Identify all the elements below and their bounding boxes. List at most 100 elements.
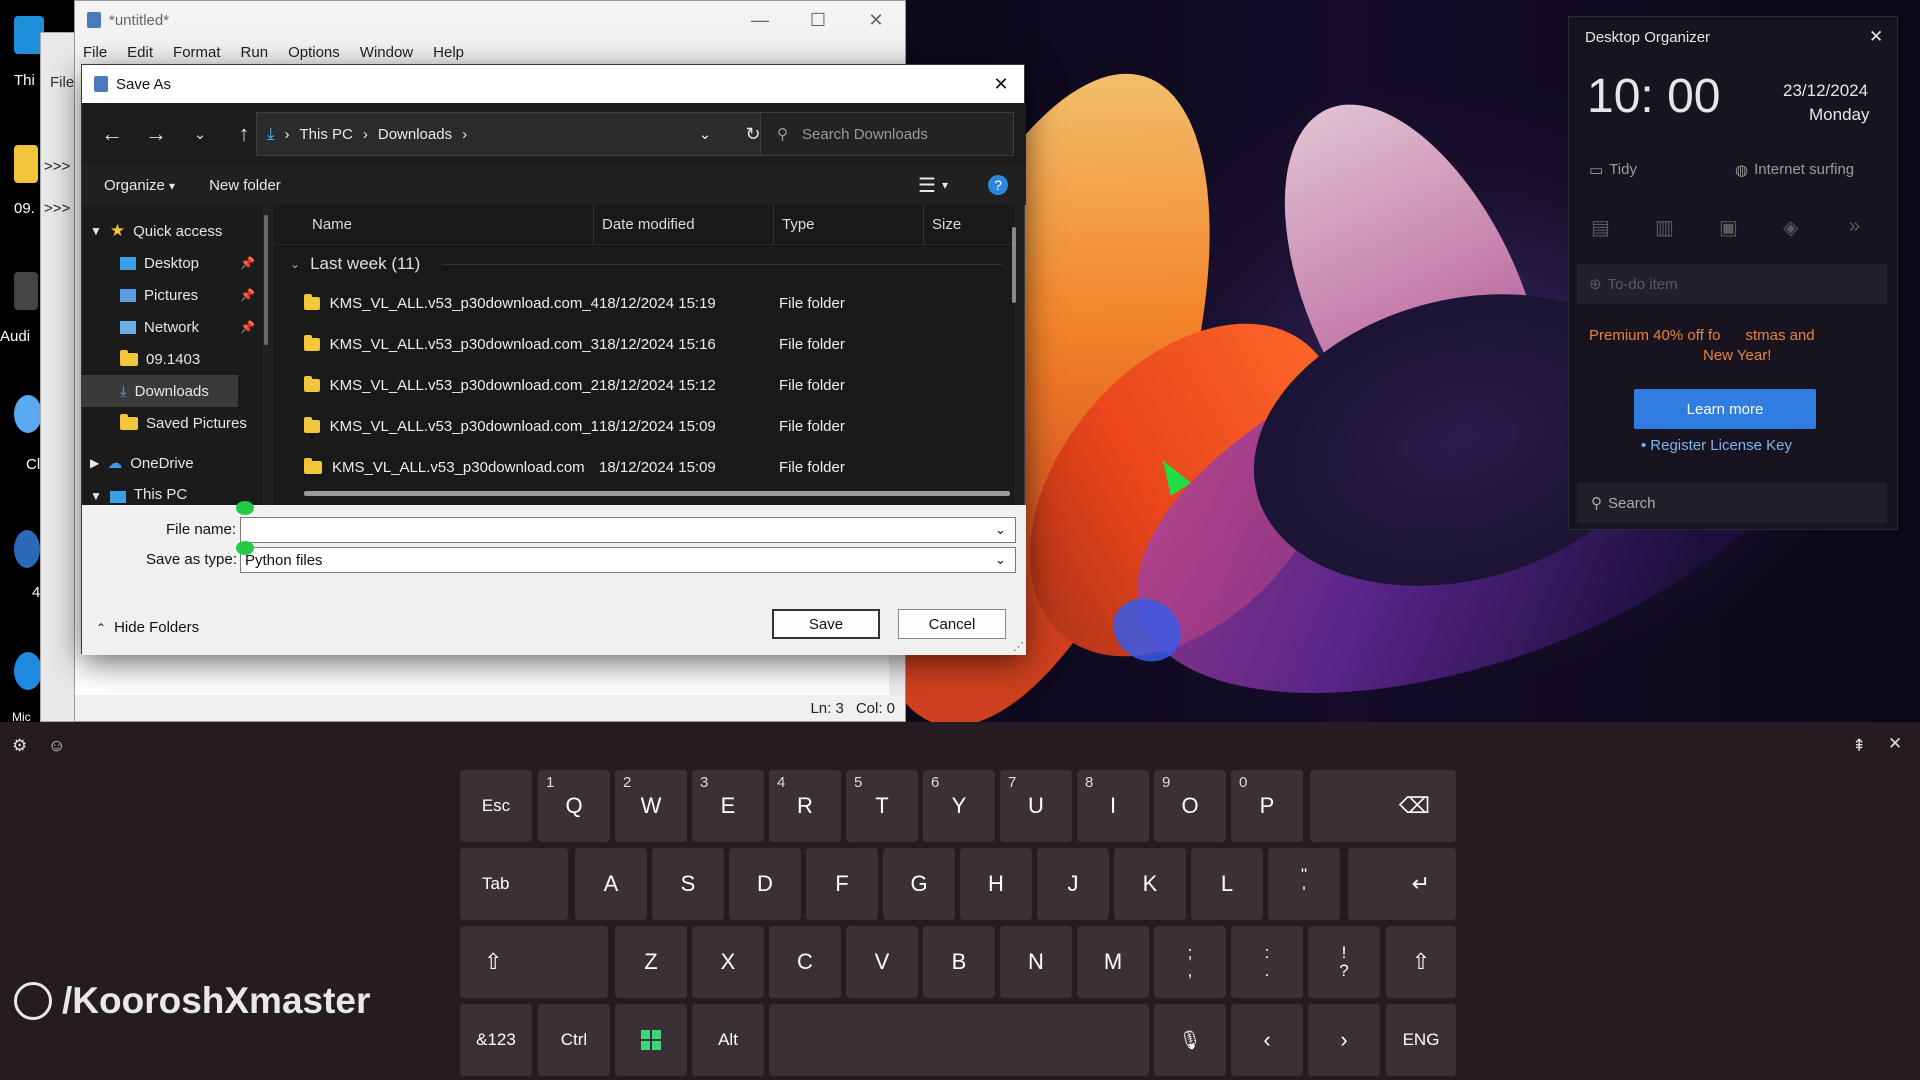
key-s[interactable]: S: [652, 848, 724, 920]
collapse-chevron-icon[interactable]: ⌄: [290, 257, 300, 271]
table-row[interactable]: KMS_VL_ALL.v53_p30download.com 18/12/202…: [274, 447, 1014, 488]
col-type[interactable]: Type: [774, 205, 924, 245]
desktop-icon-edge[interactable]: [14, 652, 42, 690]
key-alt[interactable]: Alt: [692, 1004, 764, 1076]
key-language[interactable]: ENG: [1386, 1004, 1456, 1076]
key-a[interactable]: A: [575, 848, 647, 920]
key-p[interactable]: 0P: [1231, 770, 1303, 842]
nav-network[interactable]: Network 📌: [82, 311, 262, 343]
key-u[interactable]: 7U: [1000, 770, 1072, 842]
nav-saved-pictures[interactable]: Saved Pictures: [82, 407, 262, 439]
menu-format[interactable]: Format: [173, 44, 221, 61]
save-button[interactable]: Save: [772, 609, 880, 639]
table-row[interactable]: KMS_VL_ALL.v53_p30download.com_4 18/12/2…: [274, 283, 1014, 324]
filelist-hscrollbar[interactable]: [304, 491, 1010, 496]
key-symbols[interactable]: &123: [460, 1004, 532, 1076]
breadcrumb-thispc[interactable]: This PC: [300, 126, 353, 143]
col-date[interactable]: Date modified: [594, 205, 774, 245]
more-chevron-icon[interactable]: »: [1849, 215, 1860, 238]
key-c[interactable]: C: [769, 926, 841, 998]
address-dropdown-icon[interactable]: ⌄: [687, 125, 723, 143]
desktop-icon-app[interactable]: [14, 395, 42, 433]
key-t[interactable]: 5T: [846, 770, 918, 842]
key-z[interactable]: Z: [615, 926, 687, 998]
organizer-search[interactable]: ⚲ Search: [1577, 483, 1887, 523]
close-icon[interactable]: ✕: [847, 10, 905, 31]
col-name[interactable]: Name: [274, 205, 594, 245]
key-o[interactable]: 9O: [1154, 770, 1226, 842]
breadcrumb-downloads[interactable]: Downloads: [378, 126, 452, 143]
menu-options[interactable]: Options: [288, 44, 340, 61]
key-semicolon[interactable]: ;,: [1154, 926, 1226, 998]
key-exclaim[interactable]: !?: [1308, 926, 1380, 998]
organizer-close-icon[interactable]: ✕: [1869, 27, 1883, 47]
key-colon[interactable]: :.: [1231, 926, 1303, 998]
key-q[interactable]: 1Q: [538, 770, 610, 842]
table-row[interactable]: KMS_VL_ALL.v53_p30download.com_2 18/12/2…: [274, 365, 1014, 406]
expand-chevron-icon[interactable]: ▼: [90, 224, 102, 238]
new-folder-button[interactable]: New folder: [209, 177, 281, 194]
help-icon[interactable]: ?: [988, 175, 1008, 195]
view-list-icon[interactable]: ☰: [918, 173, 936, 198]
key-quote[interactable]: " ': [1268, 848, 1340, 920]
filelist-vscrollbar[interactable]: [1012, 227, 1016, 303]
key-left-arrow[interactable]: ‹: [1231, 1004, 1303, 1076]
dialog-close-icon[interactable]: ✕: [978, 74, 1024, 95]
keyboard-settings-icon[interactable]: ⚙: [12, 736, 27, 756]
internet-surfing-button[interactable]: ◍ Internet surfing: [1735, 161, 1854, 179]
key-w[interactable]: 2W: [615, 770, 687, 842]
keyboard-emoji-icon[interactable]: ☺: [48, 736, 65, 756]
menu-edit[interactable]: Edit: [127, 44, 153, 61]
hide-folders-toggle[interactable]: ⌃ Hide Folders: [96, 619, 199, 636]
key-j[interactable]: J: [1037, 848, 1109, 920]
search-box[interactable]: ⚲ Search Downloads: [760, 112, 1014, 156]
file-name-dropdown-icon[interactable]: ⌄: [995, 522, 1015, 538]
key-i[interactable]: 8I: [1077, 770, 1149, 842]
key-x[interactable]: X: [692, 926, 764, 998]
caret-handle-bottom[interactable]: [236, 541, 254, 555]
hide-icon[interactable]: ◈: [1783, 215, 1798, 240]
menu-help[interactable]: Help: [433, 44, 464, 61]
key-ctrl[interactable]: Ctrl: [538, 1004, 610, 1076]
address-bar[interactable]: ⤓ › This PC › Downloads › ⌄ ↻: [256, 112, 774, 156]
nav-onedrive[interactable]: ▶ ☁ OneDrive: [82, 447, 262, 479]
key-l[interactable]: L: [1191, 848, 1263, 920]
key-backspace[interactable]: ⌫: [1310, 770, 1456, 842]
document-icon[interactable]: ▥: [1655, 215, 1674, 240]
minimize-icon[interactable]: —: [731, 10, 789, 31]
nav-quick-access[interactable]: ▼ ★ Quick access: [82, 215, 262, 247]
desktop-icon-audio[interactable]: [14, 272, 38, 310]
key-b[interactable]: B: [923, 926, 995, 998]
recent-chevron-icon[interactable]: ⌄: [178, 125, 222, 143]
desktop-icon-folder[interactable]: [14, 145, 38, 183]
expand-chevron-icon[interactable]: ▼: [90, 489, 102, 503]
back-arrow-icon[interactable]: ←: [90, 121, 134, 147]
caret-handle-top[interactable]: [236, 501, 254, 515]
key-enter[interactable]: ↵: [1348, 848, 1456, 920]
file-name-input[interactable]: ⌄: [240, 517, 1016, 543]
organize-button[interactable]: Organize ▾: [104, 177, 175, 194]
key-mic[interactable]: 🎙: [1154, 1004, 1226, 1076]
key-tab[interactable]: Tab: [460, 848, 568, 920]
todo-input[interactable]: ⊕ To-do item: [1577, 264, 1887, 304]
key-e[interactable]: 3E: [692, 770, 764, 842]
key-n[interactable]: N: [1000, 926, 1072, 998]
key-shift-right[interactable]: ⇧: [1386, 926, 1456, 998]
keyboard-close-icon[interactable]: ✕: [1888, 734, 1902, 754]
view-chevron-icon[interactable]: ▾: [942, 178, 948, 192]
key-esc[interactable]: Esc: [460, 770, 532, 842]
key-d[interactable]: D: [729, 848, 801, 920]
key-g[interactable]: G: [883, 848, 955, 920]
save-type-dropdown-icon[interactable]: ⌄: [995, 552, 1015, 568]
menu-window[interactable]: Window: [360, 44, 413, 61]
desktop-icon-app2[interactable]: [14, 530, 40, 568]
col-size[interactable]: Size: [924, 205, 1004, 245]
nav-pictures[interactable]: Pictures 📌: [82, 279, 262, 311]
nav-thispc[interactable]: ▼ This PC: [82, 479, 262, 503]
nav-downloads[interactable]: ⤓ Downloads: [82, 375, 238, 407]
image-icon[interactable]: ▣: [1719, 215, 1738, 240]
nav-desktop[interactable]: Desktop 📌: [82, 247, 262, 279]
table-row[interactable]: KMS_VL_ALL.v53_p30download.com_3 18/12/2…: [274, 324, 1014, 365]
keyboard-dock-icon[interactable]: ⇞: [1852, 736, 1866, 756]
forward-arrow-icon[interactable]: →: [134, 121, 178, 147]
